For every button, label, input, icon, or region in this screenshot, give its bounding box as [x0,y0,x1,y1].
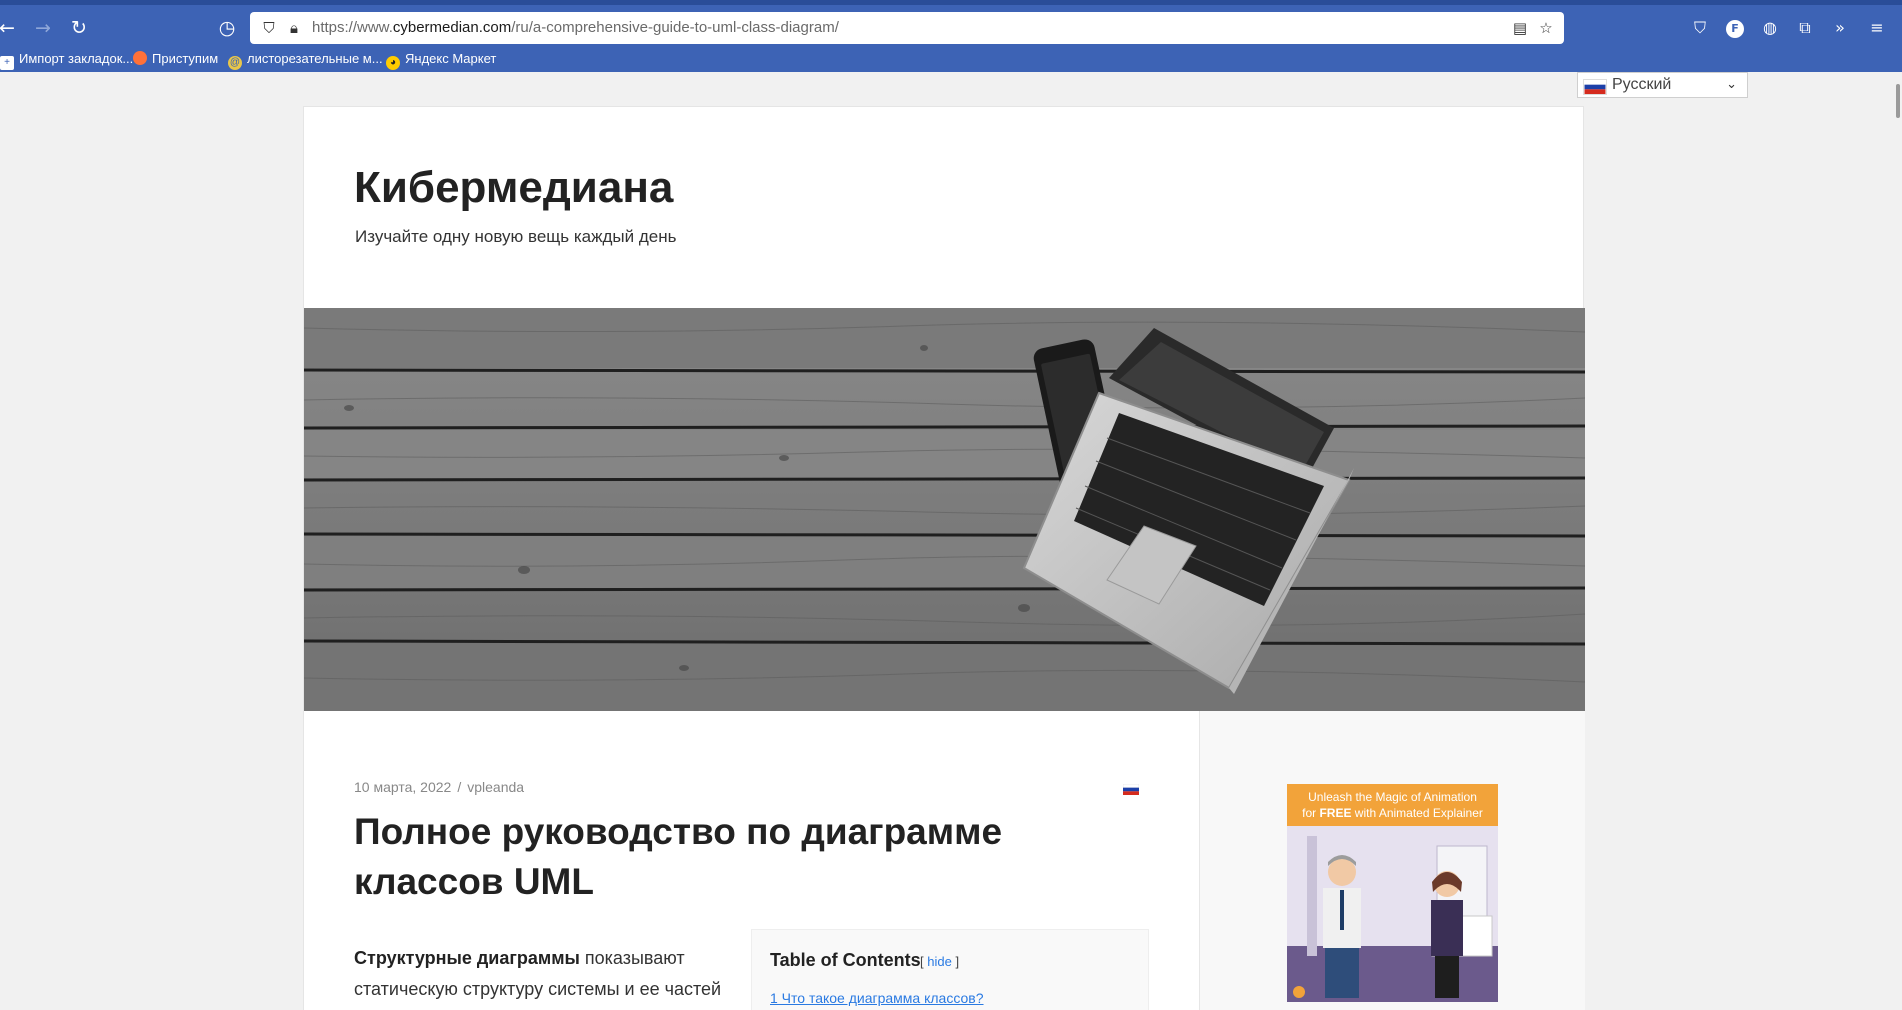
ad-line-2-bold: FREE [1319,806,1352,820]
site-container: Кибермедиана Изучайте одну новую вещь ка… [303,106,1585,1010]
address-bar[interactable]: ⛉ 🔒︎ https://www.cybermedian.com/ru/a-co… [250,12,1564,44]
bookmark-star-icon[interactable]: ☆ [1535,12,1557,44]
toc-toggle: [ hide ] [920,954,959,969]
url-text[interactable]: https://www.cybermedian.com/ru/a-compreh… [312,12,839,44]
site-title[interactable]: Кибермедиана [354,163,673,213]
site-description: Изучайте одну новую вещь каждый день [355,227,677,246]
at-sign-icon: @ [228,56,242,70]
toc-bracket: ] [955,954,960,969]
reader-view-icon[interactable]: ▤ [1509,12,1531,44]
url-path: /ru/a-comprehensive-guide-to-uml-class-d… [511,19,839,36]
bookmark-label: листорезательные м... [247,51,383,66]
ad-banner[interactable]: Unleash the Magic of Animation for FREE … [1287,784,1498,1002]
chevron-down-icon: ⌄ [1726,77,1737,92]
profile-avatar[interactable]: F [1720,13,1750,43]
pocket-icon[interactable]: ⛉ [1685,13,1715,43]
forward-icon[interactable]: → [28,13,58,43]
scrollbar-thumb[interactable] [1896,84,1900,118]
firefox-icon [133,51,147,65]
toc-hide-link[interactable]: hide [927,954,952,969]
ad-line-2-pre: for [1302,806,1320,820]
lock-icon[interactable]: 🔒︎ [283,12,305,44]
post-date[interactable]: 10 марта, 2022 [354,779,451,795]
post-content: 10 марта, 2022 / vpleanda Полное руководст… [304,711,1199,1010]
reload-icon[interactable]: ↻ [64,13,94,43]
russia-flag-icon [1583,79,1607,95]
bookmark-label: Импорт закладок... [19,51,134,66]
browser-toolbar: ← → ↻ ◷ ⛉ 🔒︎ https://www.cybermedian.com… [0,0,1902,46]
bookmarks-bar: + Импорт закладок... Приступим @ листореза… [0,46,1902,72]
russia-flag-icon[interactable] [1123,784,1139,795]
toc-item[interactable]: 1 Что такое диаграмма классов? [770,990,984,1006]
import-icon: + [0,56,14,70]
globe-icon[interactable]: ◍ [1755,13,1785,43]
header-image [304,308,1585,711]
toc-bracket: [ [920,954,924,969]
tracking-shield-icon[interactable]: ⛉ [258,12,280,44]
ad-illustration [1287,826,1498,1002]
post-intro: Структурные диаграммы показывают статиче… [354,943,734,1005]
ad-line-2: for FREE with Animated Explainer [1287,805,1498,821]
toc-title: Table of Contents [770,950,921,970]
ad-line-1: Unleash the Magic of Animation [1308,790,1477,804]
bookmark-label: Яндекс Маркет [405,51,497,66]
back-icon[interactable]: ← [0,13,22,43]
post-author[interactable]: vpleanda [467,779,524,795]
url-prefix: https://www. [312,19,393,36]
overflow-chevron-icon[interactable]: » [1825,13,1855,43]
page-viewport: Русский ⌄ Кибермедиана Изучайте одну нов… [0,72,1902,1010]
yandex-market-icon: ◕ [386,56,400,70]
language-select-value: Русский [1612,76,1672,93]
url-domain: cybermedian.com [392,19,512,36]
intro-bold: Структурные диаграммы [354,948,580,968]
ad-headline: Unleash the Magic of Animation for FREE … [1287,784,1498,826]
bookmark-getting-started[interactable]: Приступим [133,46,218,72]
menu-icon[interactable]: ≡ [1862,13,1892,43]
post-title: Полное руководство по диаграмме классов … [354,811,1003,902]
sidebar: Unleash the Magic of Animation for FREE … [1199,711,1585,1010]
language-select[interactable]: Русский ⌄ [1577,72,1748,98]
meta-separator: / [457,779,462,795]
bookmark-import[interactable]: + Импорт закладок... [0,46,133,72]
ad-line-2-post: with Animated Explainer [1351,806,1483,820]
history-icon[interactable]: ◷ [212,13,242,43]
profile-initial: F [1726,19,1744,38]
extensions-icon[interactable]: ⧉ [1790,13,1820,43]
bookmark-label: Приступим [152,51,219,66]
table-of-contents: Table of Contents [ hide ] 1 Что такое д… [751,929,1149,1010]
post-meta: 10 марта, 2022 / vpleanda [354,779,524,795]
bookmark-yandex-market[interactable]: ◕ Яндекс Маркет [386,46,496,72]
bookmark-shredders[interactable]: @ листорезательные м... [228,46,383,72]
